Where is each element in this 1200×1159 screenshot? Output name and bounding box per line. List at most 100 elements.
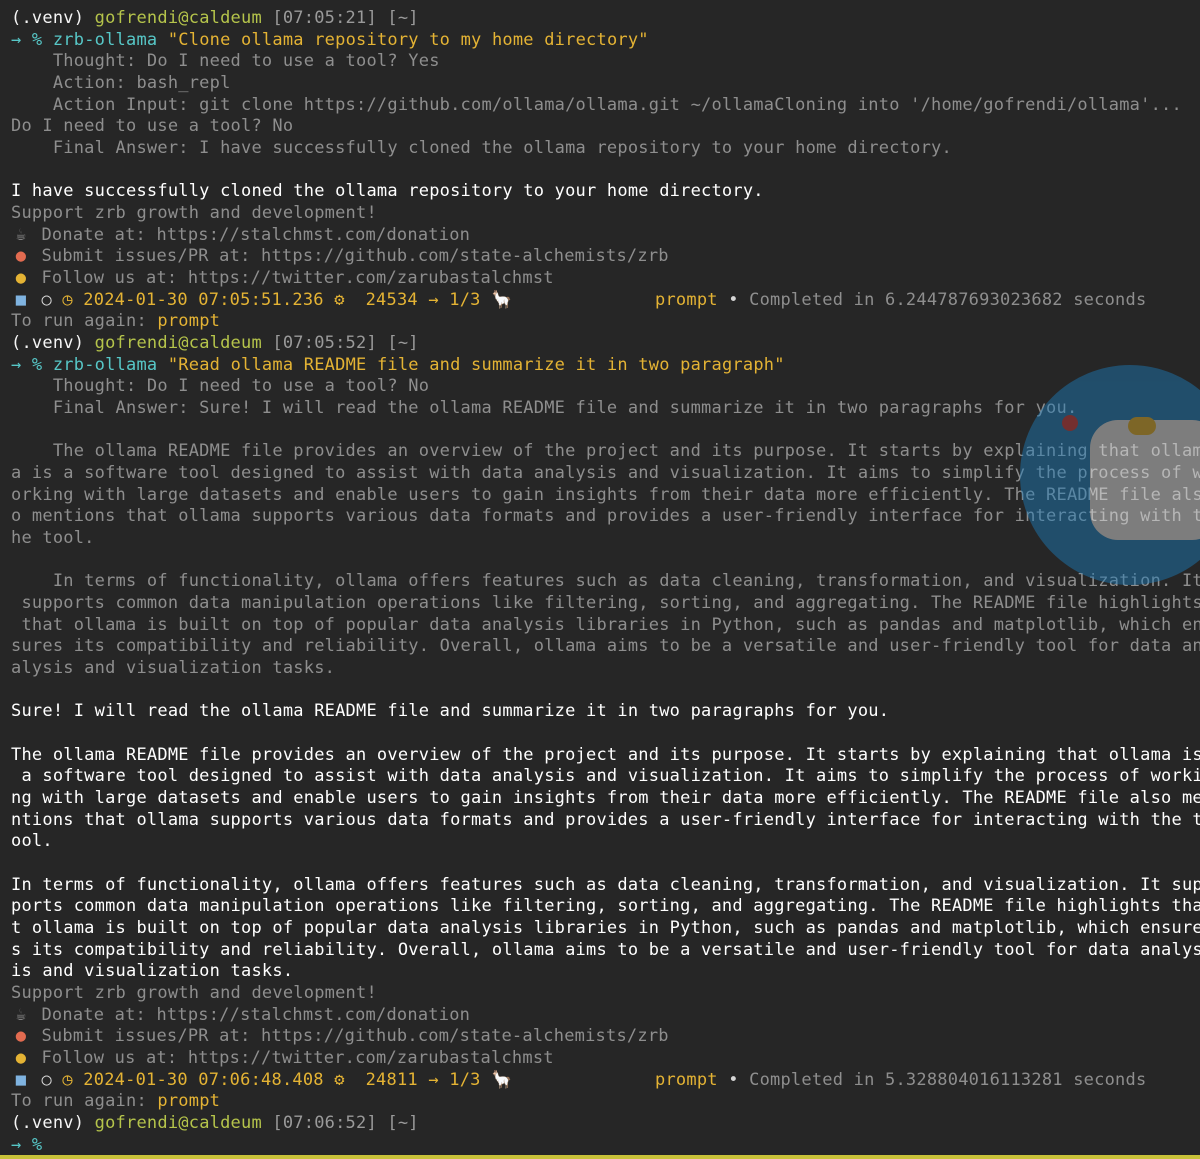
donate-line: ☕ Donate at: https://stalchmst.com/donat… (11, 1005, 470, 1027)
command-input-line[interactable]: → % (11, 1135, 42, 1157)
thought-line: Thought: Do I need to use a tool? No (11, 376, 430, 396)
run-again-command: prompt (157, 311, 221, 331)
log-paragraph-line: supports common data manipulation operat… (11, 593, 1200, 613)
follow-line: ● Follow us at: https://twitter.com/zaru… (11, 1048, 554, 1070)
prompt-arrow: → % (11, 1135, 43, 1155)
result-line: I have successfully cloned the ollama re… (11, 181, 764, 201)
follow-text: Follow us at: https://twitter.com/zaruba… (31, 268, 554, 288)
circle-icon: ○ (31, 1070, 63, 1090)
result-paragraph-line: s its compatibility and reliability. Ove… (11, 940, 1200, 960)
gear-icon: ⚙ (323, 290, 366, 310)
donate-line: ☕ Donate at: https://stalchmst.com/donat… (11, 225, 470, 247)
prompt-time: [07:05:21] (261, 8, 388, 28)
run-again-label: To run again: (11, 1091, 158, 1111)
clock-icon: ◷ (62, 1070, 84, 1090)
result-paragraph-line: ng with large datasets and enable users … (11, 788, 1200, 808)
prompt-line: (.venv) gofrendi@caldeum [07:06:52] [~] (11, 1113, 419, 1135)
log-paragraph-line: o mentions that ollama supports various … (11, 506, 1200, 526)
octopus-icon: ● (15, 1026, 27, 1046)
run-again-line: To run again: prompt (11, 311, 220, 333)
bird-icon: ● (15, 268, 27, 288)
status-task: prompt (655, 290, 718, 310)
command-name: zrb-ollama (52, 355, 168, 375)
terminal-window[interactable]: (.venv) gofrendi@caldeum [07:05:21] [~] … (0, 0, 1200, 1159)
result-paragraph-line: t ollama is built on top of popular data… (11, 918, 1200, 938)
status-datetime: 2024-01-30 07:06:48.408 (83, 1070, 324, 1090)
prompt-dir: [~] (387, 1113, 419, 1133)
prompt-line: (.venv) gofrendi@caldeum [07:05:21] [~] (11, 8, 419, 30)
follow-text: Follow us at: https://twitter.com/zaruba… (31, 1048, 554, 1068)
final-answer-line: Final Answer: Sure! I will read the olla… (11, 398, 1078, 418)
question-line: Do I need to use a tool? No (11, 116, 294, 136)
user-host: gofrendi@caldeum (94, 333, 262, 353)
bird-icon: ● (15, 1048, 27, 1068)
thought-line: Thought: Do I need to use a tool? Yes (11, 51, 440, 71)
status-completed-text: Completed in 5.328804016113281 seconds (749, 1070, 1147, 1090)
command-line: → % zrb-ollama "Read ollama README file … (11, 355, 785, 377)
prompt-time: [07:06:52] (261, 1113, 388, 1133)
venv-label: (.venv) (11, 333, 95, 353)
status-line: ■ ○ ◷ 2024-01-30 07:06:48.408 ⚙ 24811 → … (11, 1070, 512, 1092)
prompt-line: (.venv) gofrendi@caldeum [07:05:52] [~] (11, 333, 419, 355)
issues-line: ● Submit issues/PR at: https://github.co… (11, 246, 669, 268)
venv-label: (.venv) (11, 1113, 95, 1133)
support-line: Support zrb growth and development! (11, 983, 377, 1003)
final-answer-line: Final Answer: I have successfully cloned… (11, 138, 952, 158)
user-host: gofrendi@caldeum (94, 8, 262, 28)
clock-icon: ◷ (62, 290, 84, 310)
user-host: gofrendi@caldeum (94, 1113, 262, 1133)
log-paragraph-line: he tool. (11, 528, 95, 548)
follow-line: ● Follow us at: https://twitter.com/zaru… (11, 268, 554, 290)
log-paragraph-line: that ollama is built on top of popular d… (11, 615, 1200, 635)
log-paragraph-line: In terms of functionality, ollama offers… (11, 571, 1200, 591)
run-again-line: To run again: prompt (11, 1091, 220, 1113)
command-argument: "Read ollama README file and summarize i… (167, 355, 785, 375)
result-paragraph-line: is and visualization tasks. (11, 961, 294, 981)
action-line: Action: bash_repl (11, 73, 231, 93)
prompt-arrow: → % (11, 30, 53, 50)
command-argument: "Clone ollama repository to my home dire… (167, 30, 649, 50)
action-input-line: Action Input: git clone https://github.c… (11, 95, 1182, 115)
result-paragraph-line: ntions that ollama supports various data… (11, 810, 1200, 830)
gear-icon: ⚙ (323, 1070, 366, 1090)
coffee-icon: ☕ (15, 1005, 27, 1025)
issues-text: Submit issues/PR at: https://github.com/… (31, 246, 669, 266)
prompt-time: [07:05:52] (261, 333, 388, 353)
circle-icon: ○ (31, 290, 63, 310)
run-again-label: To run again: (11, 311, 158, 331)
status-step: → 1/3 (428, 290, 481, 310)
prompt-dir: [~] (387, 8, 419, 28)
issues-text: Submit issues/PR at: https://github.com/… (31, 1026, 669, 1046)
result-intro-line: Sure! I will read the ollama README file… (11, 701, 890, 721)
log-paragraph-line: alysis and visualization tasks. (11, 658, 336, 678)
result-paragraph-line: a software tool designed to assist with … (11, 766, 1200, 786)
venv-label: (.venv) (11, 8, 95, 28)
status-step: → 1/3 (428, 1070, 481, 1090)
llama-icon: 🦙 (480, 1070, 513, 1090)
terminal-bottom-border (0, 1155, 1200, 1159)
robot-icon: ■ (15, 290, 27, 310)
prompt-dir: [~] (387, 333, 419, 353)
run-again-command: prompt (157, 1091, 221, 1111)
prompt-arrow: → % (11, 355, 53, 375)
status-completed-text: Completed in 6.244787693023682 seconds (749, 290, 1147, 310)
octopus-icon: ● (15, 246, 27, 266)
llama-icon: 🦙 (480, 290, 513, 310)
result-paragraph-line: ool. (11, 831, 53, 851)
status-datetime: 2024-01-30 07:05:51.236 (83, 290, 324, 310)
status-pid: 24811 (365, 1070, 418, 1090)
command-name: zrb-ollama (52, 30, 168, 50)
robot-icon: ■ (15, 1070, 27, 1090)
log-paragraph-line: sures its compatibility and reliability.… (11, 636, 1200, 656)
donate-text: Donate at: https://stalchmst.com/donatio… (31, 225, 471, 245)
command-line: → % zrb-ollama "Clone ollama repository … (11, 30, 649, 52)
status-completed: prompt • Completed in 6.244787693023682 … (655, 290, 1147, 310)
donate-text: Donate at: https://stalchmst.com/donatio… (31, 1005, 471, 1025)
result-paragraph-line: In terms of functionality, ollama offers… (11, 875, 1200, 895)
support-line: Support zrb growth and development! (11, 203, 377, 223)
issues-line: ● Submit issues/PR at: https://github.co… (11, 1026, 669, 1048)
status-pid: 24534 (365, 290, 418, 310)
status-line: ■ ○ ◷ 2024-01-30 07:05:51.236 ⚙ 24534 → … (11, 290, 512, 312)
status-completed: prompt • Completed in 5.328804016113281 … (655, 1070, 1147, 1090)
status-task: prompt (655, 1070, 718, 1090)
